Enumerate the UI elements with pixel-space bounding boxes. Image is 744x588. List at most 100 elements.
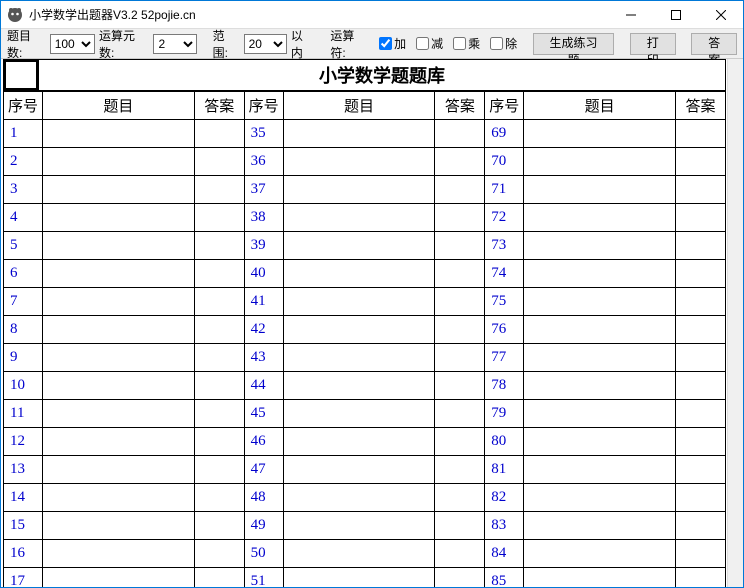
row-index-cell[interactable]: 45: [244, 400, 283, 428]
question-cell[interactable]: [524, 568, 676, 588]
question-cell[interactable]: [524, 204, 676, 232]
answer-cell[interactable]: [194, 232, 244, 260]
row-index-cell[interactable]: 80: [485, 428, 524, 456]
question-cell[interactable]: [283, 456, 435, 484]
print-button[interactable]: 打印: [630, 33, 676, 55]
answer-cell[interactable]: [194, 456, 244, 484]
answer-cell[interactable]: [194, 484, 244, 512]
question-cell[interactable]: [43, 316, 195, 344]
row-index-cell[interactable]: 40: [244, 260, 283, 288]
question-cell[interactable]: [283, 540, 435, 568]
question-cell[interactable]: [43, 568, 195, 588]
question-cell[interactable]: [524, 120, 676, 148]
row-index-cell[interactable]: 46: [244, 428, 283, 456]
div-label[interactable]: 除: [505, 35, 517, 52]
answer-cell[interactable]: [194, 428, 244, 456]
sub-checkbox[interactable]: [416, 37, 429, 50]
answer-cell[interactable]: [435, 204, 485, 232]
question-cell[interactable]: [524, 456, 676, 484]
question-cell[interactable]: [43, 176, 195, 204]
row-index-cell[interactable]: 78: [485, 372, 524, 400]
maximize-button[interactable]: [653, 1, 698, 28]
answer-cell[interactable]: [435, 120, 485, 148]
answer-cell[interactable]: [676, 120, 726, 148]
answer-cell[interactable]: [676, 204, 726, 232]
add-label[interactable]: 加: [394, 35, 406, 52]
answer-cell[interactable]: [194, 344, 244, 372]
answer-cell[interactable]: [676, 540, 726, 568]
row-index-cell[interactable]: 44: [244, 372, 283, 400]
row-index-cell[interactable]: 85: [485, 568, 524, 588]
answer-cell[interactable]: [676, 512, 726, 540]
row-index-cell[interactable]: 77: [485, 344, 524, 372]
minimize-button[interactable]: [608, 1, 653, 28]
question-cell[interactable]: [43, 288, 195, 316]
row-index-cell[interactable]: 73: [485, 232, 524, 260]
row-index-cell[interactable]: 83: [485, 512, 524, 540]
answer-cell[interactable]: [676, 316, 726, 344]
answer-cell[interactable]: [676, 400, 726, 428]
mul-label[interactable]: 乘: [468, 35, 480, 52]
answer-cell[interactable]: [435, 456, 485, 484]
row-index-cell[interactable]: 84: [485, 540, 524, 568]
answer-cell[interactable]: [435, 316, 485, 344]
row-index-cell[interactable]: 6: [4, 260, 43, 288]
div-checkbox[interactable]: [490, 37, 503, 50]
question-cell[interactable]: [283, 232, 435, 260]
question-cell[interactable]: [524, 176, 676, 204]
answer-cell[interactable]: [676, 232, 726, 260]
vertical-scrollbar[interactable]: [727, 59, 743, 587]
question-cell[interactable]: [524, 400, 676, 428]
question-cell[interactable]: [283, 512, 435, 540]
question-cell[interactable]: [43, 484, 195, 512]
question-cell[interactable]: [43, 204, 195, 232]
answer-cell[interactable]: [676, 484, 726, 512]
row-index-cell[interactable]: 4: [4, 204, 43, 232]
question-cell[interactable]: [524, 148, 676, 176]
row-index-cell[interactable]: 38: [244, 204, 283, 232]
row-index-cell[interactable]: 47: [244, 456, 283, 484]
sub-label[interactable]: 减: [431, 35, 443, 52]
question-cell[interactable]: [283, 316, 435, 344]
row-index-cell[interactable]: 35: [244, 120, 283, 148]
row-index-cell[interactable]: 81: [485, 456, 524, 484]
row-index-cell[interactable]: 71: [485, 176, 524, 204]
answer-cell[interactable]: [194, 120, 244, 148]
row-index-cell[interactable]: 12: [4, 428, 43, 456]
answer-cell[interactable]: [194, 512, 244, 540]
answer-button[interactable]: 答案: [691, 33, 737, 55]
row-index-cell[interactable]: 41: [244, 288, 283, 316]
answer-cell[interactable]: [435, 568, 485, 588]
close-button[interactable]: [698, 1, 743, 28]
answer-cell[interactable]: [194, 540, 244, 568]
row-index-cell[interactable]: 50: [244, 540, 283, 568]
question-cell[interactable]: [283, 204, 435, 232]
row-index-cell[interactable]: 74: [485, 260, 524, 288]
question-cell[interactable]: [283, 288, 435, 316]
row-index-cell[interactable]: 82: [485, 484, 524, 512]
answer-cell[interactable]: [676, 456, 726, 484]
question-cell[interactable]: [283, 428, 435, 456]
question-cell[interactable]: [43, 540, 195, 568]
row-index-cell[interactable]: 36: [244, 148, 283, 176]
answer-cell[interactable]: [435, 176, 485, 204]
row-index-cell[interactable]: 75: [485, 288, 524, 316]
answer-cell[interactable]: [676, 372, 726, 400]
row-index-cell[interactable]: 2: [4, 148, 43, 176]
answer-cell[interactable]: [194, 400, 244, 428]
row-index-cell[interactable]: 37: [244, 176, 283, 204]
row-index-cell[interactable]: 14: [4, 484, 43, 512]
row-index-cell[interactable]: 49: [244, 512, 283, 540]
question-cell[interactable]: [524, 344, 676, 372]
answer-cell[interactable]: [435, 148, 485, 176]
question-cell[interactable]: [283, 484, 435, 512]
answer-cell[interactable]: [676, 176, 726, 204]
question-cell[interactable]: [43, 428, 195, 456]
answer-cell[interactable]: [435, 512, 485, 540]
question-cell[interactable]: [524, 316, 676, 344]
question-cell[interactable]: [283, 372, 435, 400]
row-index-cell[interactable]: 51: [244, 568, 283, 588]
row-index-cell[interactable]: 39: [244, 232, 283, 260]
answer-cell[interactable]: [435, 232, 485, 260]
row-index-cell[interactable]: 43: [244, 344, 283, 372]
